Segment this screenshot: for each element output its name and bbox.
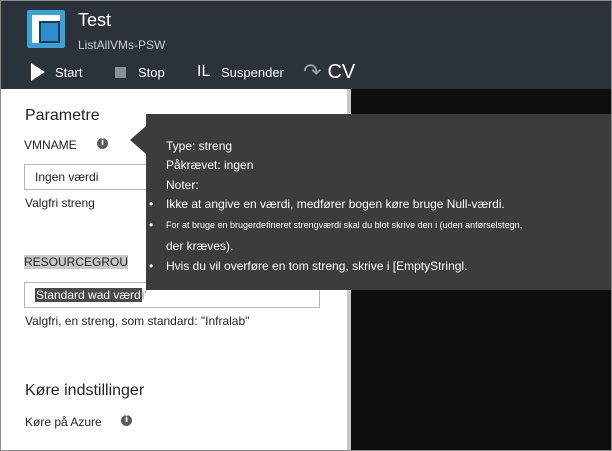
stop-icon <box>115 66 126 78</box>
start-button[interactable]: Start <box>31 59 82 85</box>
run-settings-heading: Køre indstillinger <box>25 382 145 399</box>
run-on-azure-label: Køre på Azure <box>25 415 102 429</box>
page-subtitle: ListAllVMs-PSW <box>78 38 166 52</box>
resourcegroup-value-suffix: i' <box>141 288 147 302</box>
window-frame: Test ListAllVMs-PSW Start Stop IL Suspen… <box>0 0 612 451</box>
tooltip-bullet-3: Hvis du vil overføre en tom streng, skri… <box>166 259 468 273</box>
restart-label: CV <box>327 60 356 83</box>
vmname-hint: Valgfri streng <box>25 196 95 210</box>
page-title: Test <box>78 10 112 30</box>
stop-button[interactable]: Stop <box>115 59 165 85</box>
resourcegroup-label: RESOURCEGROU <box>24 255 129 269</box>
tooltip-bullet-2-cont: der kræves). <box>166 239 234 253</box>
vmname-label: VMNAME <box>24 138 77 152</box>
tooltip-bullet-2: For at bruge en brugerdefineret strengvæ… <box>166 220 523 230</box>
play-icon <box>31 63 45 81</box>
runbook-icon <box>27 10 65 48</box>
bullet-icon: • <box>149 259 154 273</box>
restart-icon: ↷ <box>303 59 322 84</box>
stop-label: Stop <box>138 64 165 80</box>
bullet-icon: • <box>149 218 154 232</box>
vmname-value: Ingen værdi <box>35 170 99 184</box>
start-label: Start <box>55 64 83 80</box>
resourcegroup-hint: Valgfri, en streng, som standard: "Infra… <box>25 314 250 328</box>
info-icon[interactable]: i <box>97 138 108 149</box>
tooltip-required: Påkrævet: ingen <box>166 158 254 172</box>
tooltip-bullet-1: Ikke at angive en værdi, medfører bogen … <box>166 197 505 211</box>
resourcegroup-value: Standard wad værd <box>35 288 142 302</box>
suspend-button[interactable]: Suspender <box>221 59 284 85</box>
parameters-heading: Parametre <box>25 107 100 124</box>
header: Test ListAllVMs-PSW Start Stop IL Suspen… <box>1 1 611 89</box>
vmname-input[interactable]: Ingen værdi <box>24 164 154 190</box>
tooltip-notes-label: Noter: <box>166 178 199 192</box>
tooltip-arrow <box>130 126 146 154</box>
parameter-tooltip: Type: streng Påkrævet: ingen Noter: • Ik… <box>146 114 611 290</box>
restart-button[interactable]: ↷ CV <box>303 59 355 85</box>
il-label: IL <box>197 63 211 80</box>
bullet-icon: • <box>149 197 154 211</box>
info-icon[interactable]: i <box>121 415 132 426</box>
tooltip-type: Type: streng <box>166 139 233 153</box>
